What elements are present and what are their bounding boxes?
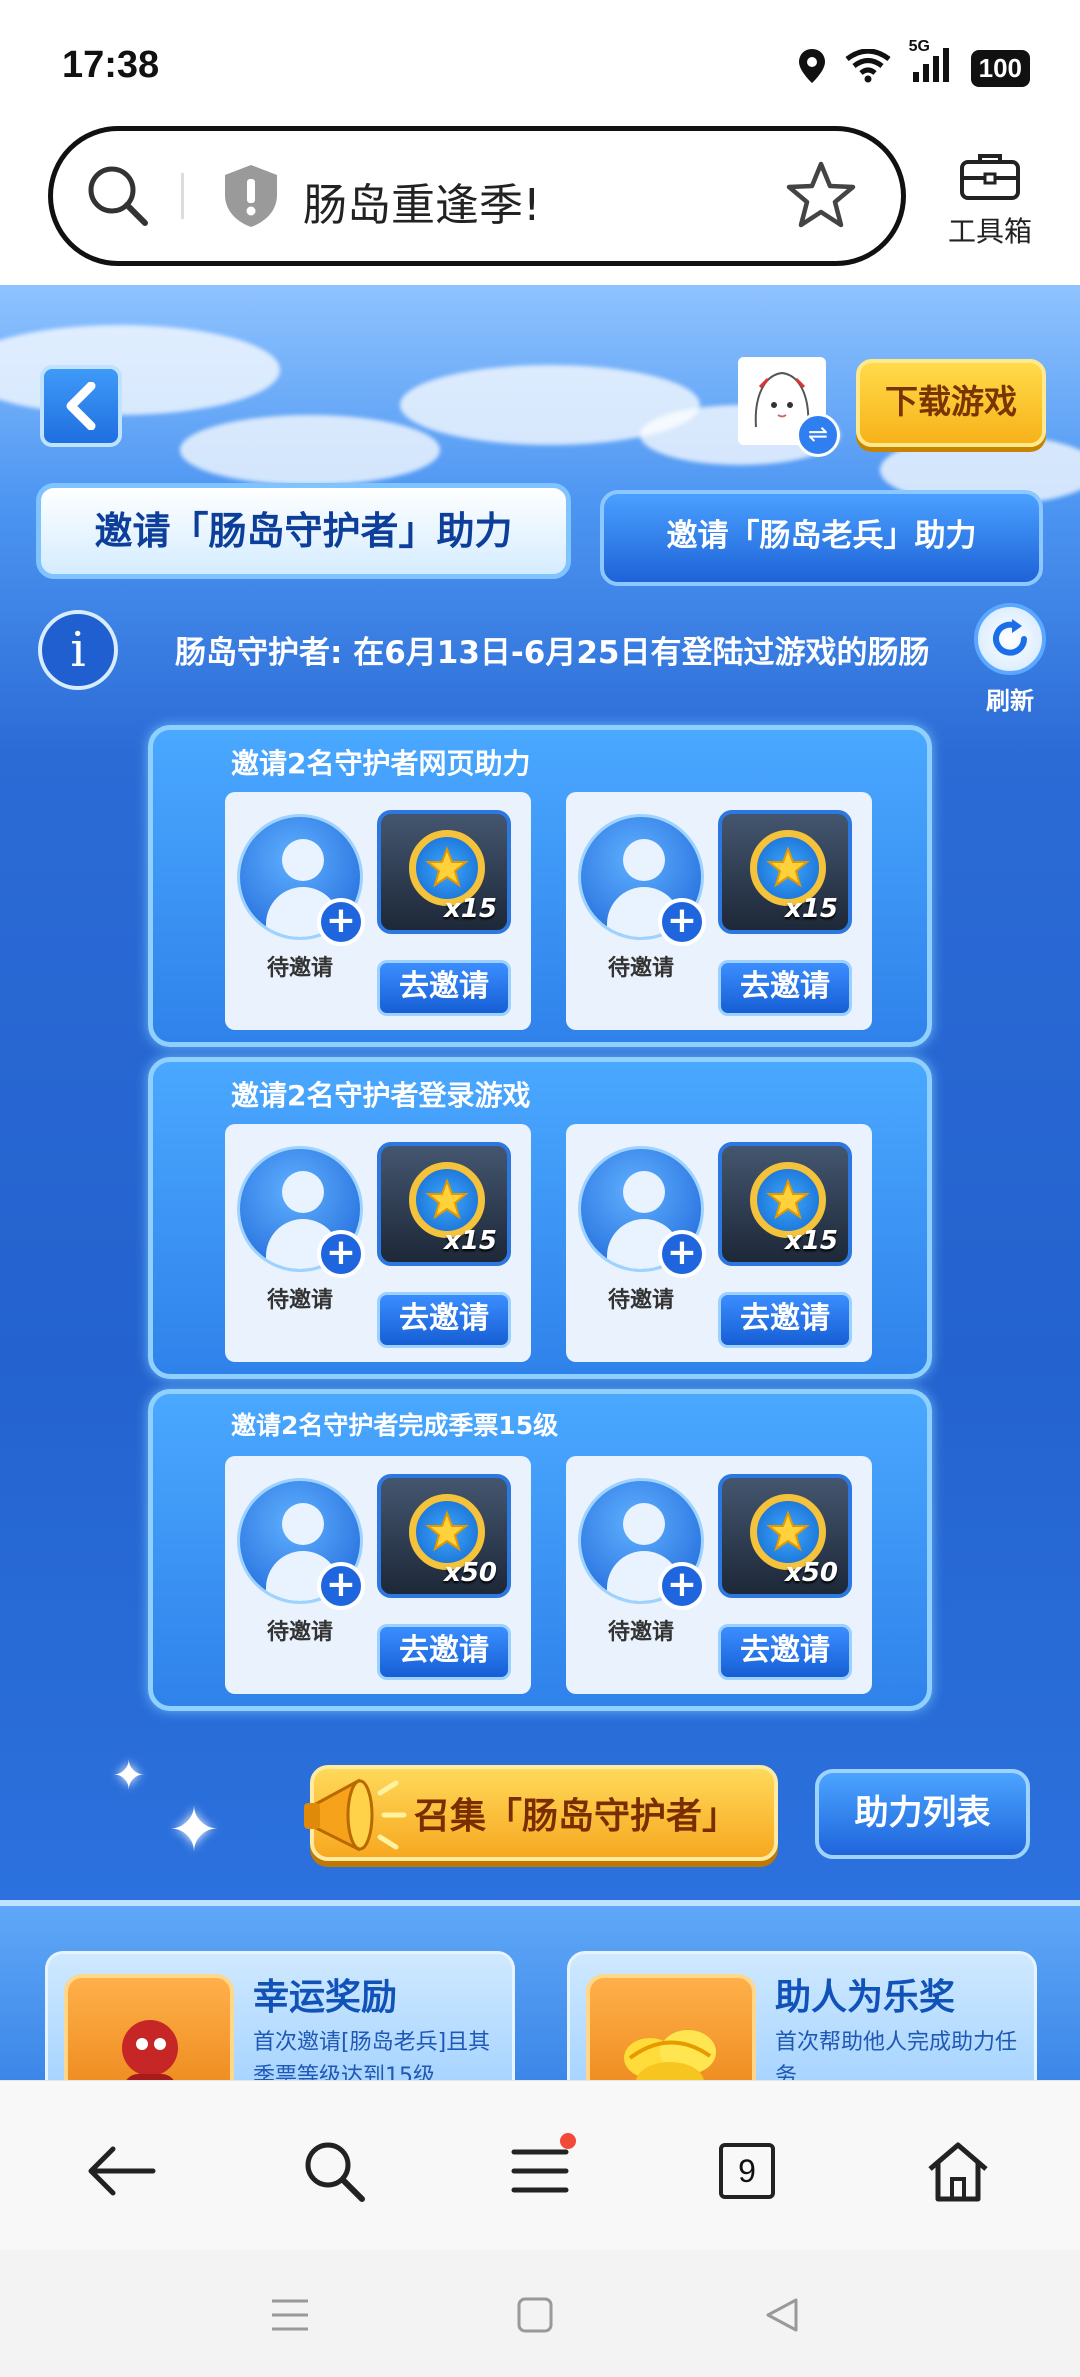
go-invite-button[interactable]: 去邀请 — [377, 1292, 511, 1348]
game-webpage: ⇌ 下载游戏 邀请「肠岛守护者」助力 邀请「肠岛老兵」助力 i 肠岛守护者: 在… — [0, 285, 1080, 2080]
megaphone-icon — [296, 1753, 416, 1873]
rally-guardians-button[interactable]: 召集「肠岛守护者」 — [304, 1765, 778, 1861]
location-icon — [797, 48, 827, 88]
invite-slot-card: + 待邀请 x15 去邀请 — [225, 792, 531, 1030]
lucky-reward-desc: 首次邀请[肠岛老兵]且其季票等级达到15级 — [253, 2030, 491, 2080]
browser-bottom-nav: 9 — [0, 2080, 1080, 2250]
tab-invite-guardian[interactable]: 邀请「肠岛守护者」助力 — [36, 483, 571, 579]
helper-reward-desc: 首次帮助他人完成助力任务 — [775, 2030, 1018, 2080]
toolbox-icon — [935, 150, 1045, 206]
wifi-icon — [845, 48, 891, 87]
lucky-reward-image — [64, 1974, 234, 2080]
go-invite-button[interactable]: 去邀请 — [377, 1624, 511, 1680]
switch-account-icon[interactable]: ⇌ — [796, 413, 840, 457]
info-icon[interactable]: i — [38, 610, 118, 690]
add-invitee-icon[interactable]: + — [317, 1562, 365, 1610]
reward-item: x15 — [377, 810, 511, 934]
page-title[interactable]: 肠岛重逢季! — [303, 169, 541, 233]
security-shield-icon[interactable] — [221, 163, 281, 229]
network-type: 5G — [908, 38, 930, 55]
rally-guardians-label: 召集「肠岛守护者」 — [414, 1796, 739, 1837]
reward-item: x15 — [718, 1142, 852, 1266]
go-invite-button[interactable]: 去邀请 — [718, 960, 852, 1016]
status-icons: 5G 100 — [797, 38, 1030, 88]
back-arrow-icon[interactable] — [82, 2131, 162, 2211]
tab-invite-veteran[interactable]: 邀请「肠岛老兵」助力 — [600, 490, 1043, 586]
reward-item: x15 — [377, 1142, 511, 1266]
rewards-section: 幸运奖励 首次邀请[肠岛老兵]且其季票等级达到15级 助人为乐奖 首次帮助他人完… — [0, 1900, 1080, 2080]
reward-count: x15 — [444, 894, 497, 924]
recent-apps-icon[interactable] — [265, 2290, 315, 2340]
bookmark-star-icon[interactable] — [785, 159, 857, 231]
task-panel: 邀请2名守护者登录游戏 + 待邀请 x15 去邀请 + 待邀请 x15 去邀请 — [148, 1057, 932, 1379]
lucky-reward-card[interactable]: 幸运奖励 首次邀请[肠岛老兵]且其季票等级达到15级 — [45, 1951, 515, 2080]
add-invitee-icon[interactable]: + — [317, 898, 365, 946]
reward-count: x50 — [444, 1558, 497, 1588]
invite-slot-card: + 待邀请 x15 去邀请 — [225, 1124, 531, 1362]
task-title: 邀请2名守护者登录游戏 — [231, 1079, 531, 1112]
refresh-button[interactable]: 刷新 — [970, 603, 1050, 716]
sparkle-decoration: ✦ — [112, 1753, 146, 1799]
helper-reward-title: 助人为乐奖 — [775, 1977, 956, 2018]
refresh-label: 刷新 — [986, 687, 1034, 715]
reward-item: x15 — [718, 810, 852, 934]
task-title: 邀请2名守护者网页助力 — [231, 747, 531, 780]
invite-slot-card: + 待邀请 x50 去邀请 — [225, 1456, 531, 1694]
go-invite-button[interactable]: 去邀请 — [718, 1292, 852, 1348]
download-game-button[interactable]: 下载游戏 — [856, 359, 1046, 447]
battery-indicator: 100 — [970, 49, 1030, 87]
chevron-left-icon — [66, 382, 96, 430]
add-invitee-icon[interactable]: + — [658, 1562, 706, 1610]
go-invite-button[interactable]: 去邀请 — [377, 960, 511, 1016]
status-bar: 17:38 5G 100 — [0, 0, 1080, 130]
system-nav-bar — [0, 2250, 1080, 2377]
helper-reward-image — [586, 1974, 756, 2080]
address-bar[interactable]: 肠岛重逢季! — [48, 126, 906, 266]
go-invite-button[interactable]: 去邀请 — [718, 1624, 852, 1680]
lucky-reward-title: 幸运奖励 — [253, 1977, 398, 2018]
add-invitee-icon[interactable]: + — [317, 1230, 365, 1278]
add-invitee-icon[interactable]: + — [658, 1230, 706, 1278]
toolbox-button[interactable]: 工具箱 — [935, 150, 1045, 250]
invite-status: 待邀请 — [266, 1288, 333, 1313]
reward-count: x15 — [785, 1226, 838, 1256]
status-time: 17:38 — [62, 44, 160, 86]
search-icon[interactable] — [83, 161, 153, 231]
home-icon[interactable] — [918, 2131, 998, 2211]
task-panel: 邀请2名守护者完成季票15级 + 待邀请 x50 去邀请 + 待邀请 x50 去… — [148, 1389, 932, 1711]
refresh-icon — [974, 603, 1046, 675]
menu-icon[interactable] — [500, 2131, 580, 2211]
reward-item: x50 — [377, 1474, 511, 1598]
tabs-button[interactable]: 9 — [707, 2131, 787, 2211]
cellular-signal-icon: 5G — [909, 38, 953, 88]
helper-reward-card[interactable]: 助人为乐奖 首次帮助他人完成助力任务 — [567, 1951, 1037, 2080]
back-triangle-icon[interactable] — [757, 2290, 807, 2340]
invite-status: 待邀请 — [266, 956, 333, 981]
invite-slot-card: + 待邀请 x50 去邀请 — [566, 1456, 872, 1694]
cloud-decoration — [180, 415, 440, 485]
task-title: 邀请2名守护者完成季票15级 — [231, 1411, 559, 1440]
invite-status: 待邀请 — [607, 956, 674, 981]
task-panel: 邀请2名守护者网页助力 + 待邀请 x15 去邀请 + 待邀请 x15 去邀请 — [148, 725, 932, 1047]
reward-item: x50 — [718, 1474, 852, 1598]
address-divider — [181, 173, 184, 219]
reward-count: x15 — [444, 1226, 497, 1256]
invite-slot-card: + 待邀请 x15 去邀请 — [566, 1124, 872, 1362]
notification-dot — [560, 2133, 576, 2149]
invite-status: 待邀请 — [607, 1620, 674, 1645]
home-square-icon[interactable] — [510, 2290, 560, 2340]
guardian-definition-text: 肠岛守护者: 在6月13日-6月25日有登陆过游戏的肠肠 — [175, 635, 930, 671]
invite-slot-card: + 待邀请 x15 去邀请 — [566, 792, 872, 1030]
sparkle-decoration: ✦ — [168, 1793, 220, 1866]
search-icon[interactable] — [294, 2131, 374, 2211]
invite-status: 待邀请 — [266, 1620, 333, 1645]
toolbox-label: 工具箱 — [947, 215, 1032, 248]
reward-count: x15 — [785, 894, 838, 924]
invite-status: 待邀请 — [607, 1288, 674, 1313]
helper-list-button[interactable]: 助力列表 — [815, 1769, 1030, 1859]
tab-count: 9 — [719, 2143, 775, 2199]
back-button[interactable] — [40, 365, 122, 447]
reward-count: x50 — [785, 1558, 838, 1588]
add-invitee-icon[interactable]: + — [658, 898, 706, 946]
